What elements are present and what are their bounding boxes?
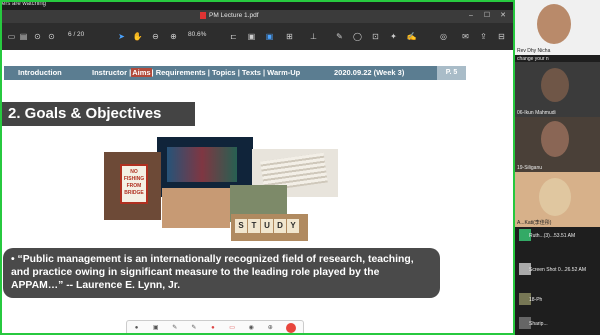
banner-text: ers are watching bbox=[2, 1, 47, 7]
record-button[interactable]: ◉ bbox=[248, 325, 254, 331]
zoom-out-icon[interactable]: ⊖ bbox=[150, 31, 161, 42]
avatar bbox=[539, 178, 571, 216]
pdf-file-icon bbox=[200, 12, 206, 19]
zoom-control-bar: ● ▣ ✎ ✎ ● ▭ ◉ ⊕ bbox=[126, 320, 304, 333]
heading-box: 2. Goals & Objectives bbox=[2, 102, 195, 126]
open-icon[interactable]: ▭ bbox=[6, 31, 17, 42]
participant-row-text: Screen Shot 0...26.52 AM bbox=[529, 267, 586, 273]
slide-page-tag: P. 5 bbox=[437, 66, 466, 80]
video-button[interactable]: ▣ bbox=[153, 325, 159, 331]
slide-navbar: Introduction Instructor | Aims | Require… bbox=[4, 66, 466, 80]
page-down-icon[interactable]: ⊙ bbox=[46, 31, 57, 42]
avatar bbox=[537, 4, 571, 44]
hand-tool-icon[interactable]: ✋ bbox=[132, 31, 143, 42]
note-icon[interactable]: ✦ bbox=[388, 31, 399, 42]
page-up-icon[interactable]: ⊙ bbox=[32, 31, 43, 42]
window-title: PM Lecture 1.pdf bbox=[200, 12, 259, 19]
participant-tile[interactable]: Rev Dhy Nicha bbox=[515, 0, 600, 55]
avatar bbox=[541, 68, 569, 102]
lock-icon[interactable]: ⊟ bbox=[496, 31, 507, 42]
shapes-icon[interactable]: ◯ bbox=[352, 31, 363, 42]
viewers-banner: ers are watching bbox=[2, 2, 513, 10]
participant-tile[interactable]: 19-Siliganu bbox=[515, 117, 600, 172]
participant-row-text: 18-Ph bbox=[529, 297, 543, 303]
video-icon: ▣ bbox=[152, 324, 159, 331]
minimize-icon[interactable]: – bbox=[467, 12, 475, 20]
security-button[interactable]: ✎ bbox=[172, 325, 178, 331]
share-button[interactable]: ▭ bbox=[229, 325, 235, 331]
nav-intro: Introduction bbox=[18, 68, 62, 77]
participant-row[interactable]: 18-Ph bbox=[517, 292, 599, 308]
zoom-in-icon[interactable]: ⊕ bbox=[168, 31, 179, 42]
crop-icon[interactable]: ⊏ bbox=[228, 31, 239, 42]
participant-name: 19-Siliganu bbox=[517, 165, 543, 171]
pdf-toolbar: ▭ ▤ ⊙ ⊙ 6 / 20 ➤ ✋ ⊖ ⊕ 80.6% ⊏ ▣ ▣ ⊞ ⊥ ✎… bbox=[2, 23, 513, 50]
end-button[interactable] bbox=[286, 322, 297, 333]
participant-row[interactable]: Sharip... bbox=[517, 316, 599, 332]
chat-icon: ● bbox=[211, 324, 215, 331]
textbox-icon[interactable]: ⊡ bbox=[370, 31, 381, 42]
mic-button[interactable]: ● bbox=[134, 325, 140, 331]
slide-heading: 2. Goals & Objectives bbox=[8, 105, 162, 122]
page-indicator[interactable]: 6 / 20 bbox=[68, 31, 84, 38]
zoom-level[interactable]: 80.6% bbox=[188, 31, 206, 38]
stamp-icon[interactable]: ⊥ bbox=[308, 31, 319, 42]
nav-instructor: Instructor | bbox=[92, 68, 132, 77]
participant-row-text: Ruth...(3)...53.51 AM bbox=[529, 233, 576, 239]
chat-button[interactable]: ● bbox=[210, 325, 216, 331]
fit-width-icon[interactable]: ▣ bbox=[264, 31, 275, 42]
quote-box: • “Public management is an international… bbox=[3, 248, 440, 298]
participant-tile[interactable]: 06-Ikun Mahmudi bbox=[515, 62, 600, 117]
pdf-slide: Introduction Instructor | Aims | Require… bbox=[2, 50, 513, 333]
record-icon: ◉ bbox=[248, 324, 254, 331]
mic-icon: ● bbox=[134, 324, 139, 331]
save-icon[interactable]: ▤ bbox=[18, 31, 29, 42]
share-out-icon[interactable]: ⇪ bbox=[478, 31, 489, 42]
avatar bbox=[541, 121, 569, 157]
maximize-icon[interactable]: ☐ bbox=[483, 12, 491, 20]
participant-tile[interactable]: A...Kati(李佳彤) bbox=[515, 172, 600, 227]
study-letters: S T U D Y bbox=[235, 219, 299, 233]
slide-date: 2020.09.22 (Week 3) bbox=[334, 68, 405, 77]
handshake-photo bbox=[162, 188, 230, 228]
nav-rest: | Requirements | Topics | Texts | Warm-U… bbox=[151, 68, 301, 77]
security-icon: ✎ bbox=[172, 324, 178, 331]
window-title-text: PM Lecture 1.pdf bbox=[209, 12, 259, 19]
participant-row-text: Sharip... bbox=[529, 321, 548, 327]
share-icon: ▭ bbox=[229, 324, 235, 331]
shared-screen: ers are watching PM Lecture 1.pdf – ☐ ✕ … bbox=[0, 0, 515, 335]
participants-icon: ✎ bbox=[191, 324, 197, 331]
nav-aims: Aims bbox=[131, 68, 152, 77]
participants-panel: Rev Dhy Nicha change your n 06-Ikun Mahm… bbox=[515, 0, 600, 335]
window-controls: – ☐ ✕ bbox=[467, 12, 507, 20]
signature-icon[interactable]: ✍ bbox=[406, 31, 417, 42]
text-select-icon[interactable]: ⊞ bbox=[284, 31, 295, 42]
window-titlebar: PM Lecture 1.pdf – ☐ ✕ bbox=[2, 10, 513, 23]
pen-icon[interactable]: ✎ bbox=[334, 31, 345, 42]
reactions-button[interactable]: ⊕ bbox=[267, 325, 273, 331]
more-icon[interactable]: ◎ bbox=[438, 31, 449, 42]
fit-page-icon[interactable]: ▣ bbox=[246, 31, 257, 42]
no-fishing-sign: NO FISHING FROM BRIDGE bbox=[120, 164, 148, 204]
participants-button[interactable]: ✎ bbox=[191, 325, 197, 331]
study-photo: S T U D Y bbox=[231, 214, 308, 241]
close-icon[interactable]: ✕ bbox=[499, 12, 507, 20]
quote-text: • “Public management is an international… bbox=[11, 254, 414, 291]
participant-name: 06-Ikun Mahmudi bbox=[517, 110, 556, 116]
reactions-icon: ⊕ bbox=[267, 324, 273, 331]
zoom-meeting-screen: ers are watching PM Lecture 1.pdf – ☐ ✕ … bbox=[0, 0, 600, 335]
email-icon[interactable]: ✉ bbox=[460, 31, 471, 42]
participant-row[interactable]: Ruth...(3)...53.51 AM bbox=[517, 228, 599, 244]
participant-name: Rev Dhy Nicha bbox=[517, 48, 551, 54]
participant-row[interactable]: Screen Shot 0...26.52 AM bbox=[517, 262, 599, 278]
select-cursor-icon[interactable]: ➤ bbox=[116, 31, 127, 42]
no-fishing-photo: NO FISHING FROM BRIDGE bbox=[104, 152, 161, 220]
nav-sections: Instructor | Aims | Requirements | Topic… bbox=[92, 68, 300, 77]
participant-name: A...Kati(李佳彤) bbox=[517, 220, 552, 226]
